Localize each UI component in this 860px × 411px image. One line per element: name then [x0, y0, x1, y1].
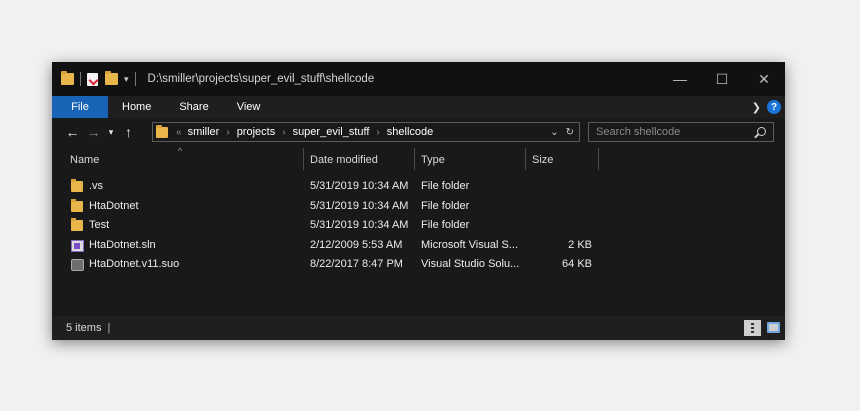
breadcrumb-item[interactable]: super_evil_stuff — [293, 126, 370, 138]
file-explorer-window: ▾ D:\smiller\projects\super_evil_stuff\s… — [52, 62, 785, 340]
item-count: 5 items — [66, 322, 102, 334]
properties-icon[interactable] — [87, 72, 98, 86]
tab-home[interactable]: Home — [108, 96, 165, 118]
overflow-icon[interactable]: « — [176, 127, 182, 138]
breadcrumb-item[interactable]: shellcode — [387, 126, 433, 138]
address-controls: ⌄ ↻ — [550, 127, 579, 138]
status-bar: 5 items | — [52, 316, 785, 340]
folder-icon — [71, 179, 83, 192]
file-name: HtaDotnet — [89, 199, 139, 212]
file-type: File folder — [421, 180, 470, 192]
back-arrow-icon[interactable]: ← — [62, 124, 83, 140]
up-arrow-icon[interactable]: ↑ — [118, 124, 139, 140]
quick-access-toolbar: ▾ — [52, 71, 142, 86]
folder-icon — [71, 218, 83, 231]
navigation-bar: ← → ▾ ↑ « smiller › projects › super_evi… — [52, 118, 785, 146]
status-divider: | — [107, 322, 111, 334]
large-icons-view-button[interactable] — [767, 322, 780, 333]
file-name: Test — [89, 219, 110, 231]
refresh-icon[interactable]: ↻ — [566, 127, 574, 138]
suo-file-icon — [71, 259, 84, 271]
minimize-button[interactable]: — — [659, 62, 701, 96]
column-date-modified[interactable]: Date modified — [304, 150, 414, 170]
forward-arrow-icon[interactable]: → — [83, 124, 104, 140]
help-icon[interactable]: ? — [767, 100, 781, 114]
breadcrumb: « smiller › projects › super_evil_stuff … — [176, 126, 433, 138]
file-size: 64 KB — [562, 258, 592, 270]
list-item[interactable]: HtaDotnet 5/31/2019 10:34 AM File folder — [52, 197, 785, 217]
file-type: File folder — [421, 219, 470, 231]
recent-locations-icon[interactable]: ▾ — [104, 127, 118, 138]
toolbar-divider — [80, 72, 81, 86]
file-date: 2/12/2009 5:53 AM — [310, 238, 403, 251]
chevron-right-icon[interactable]: › — [376, 127, 379, 138]
file-date: 5/31/2019 10:34 AM — [310, 180, 409, 192]
breadcrumb-item[interactable]: smiller — [188, 126, 220, 138]
list-item[interactable]: HtaDotnet.v11.suo 8/22/2017 8:47 PM Visu… — [52, 255, 785, 275]
close-button[interactable]: ✕ — [743, 62, 785, 96]
maximize-button[interactable]: ☐ — [701, 62, 743, 96]
file-list: .vs 5/31/2019 10:34 AM File folder HtaDo… — [52, 177, 785, 275]
expand-ribbon-icon[interactable]: ❯ — [752, 101, 761, 114]
list-item[interactable]: .vs 5/31/2019 10:34 AM File folder — [52, 177, 785, 197]
list-item[interactable]: HtaDotnet.sln 2/12/2009 5:53 AM Microsof… — [52, 236, 785, 256]
toolbar-divider — [134, 72, 136, 86]
address-bar[interactable]: « smiller › projects › super_evil_stuff … — [152, 122, 580, 142]
window-controls: — ☐ ✕ — [659, 62, 785, 96]
breadcrumb-item[interactable]: projects — [237, 126, 276, 138]
column-divider[interactable] — [598, 148, 599, 170]
sln-file-icon — [71, 239, 84, 252]
tab-view[interactable]: View — [223, 96, 275, 118]
title-bar: ▾ D:\smiller\projects\super_evil_stuff\s… — [52, 62, 785, 96]
folder-icon[interactable] — [61, 71, 74, 85]
column-headers: ^ Name Date modified Type Size — [52, 146, 785, 170]
file-name: HtaDotnet.sln — [89, 238, 156, 251]
column-size[interactable]: Size — [526, 150, 598, 170]
search-placeholder: Search shellcode — [596, 126, 681, 138]
chevron-right-icon[interactable]: › — [226, 127, 229, 138]
file-name: .vs — [89, 180, 104, 192]
file-date: 8/22/2017 8:47 PM — [310, 258, 403, 270]
ribbon-right: ❯ ? — [752, 96, 785, 118]
details-view-button[interactable] — [744, 320, 761, 336]
ribbon-tabs: File Home Share View ❯ ? — [52, 96, 785, 118]
file-date: 5/31/2019 10:34 AM — [310, 199, 409, 212]
file-size: 2 KB — [568, 238, 592, 251]
customize-toolbar-icon[interactable]: ▾ — [124, 74, 129, 85]
column-name[interactable]: Name — [64, 150, 302, 170]
folder-icon — [156, 124, 168, 138]
chevron-right-icon[interactable]: › — [282, 127, 285, 138]
new-folder-icon[interactable] — [105, 71, 118, 85]
file-type: Microsoft Visual S... — [421, 238, 518, 251]
tab-file[interactable]: File — [52, 96, 108, 118]
search-icon[interactable] — [757, 127, 766, 136]
list-item[interactable]: Test 5/31/2019 10:34 AM File folder — [52, 216, 785, 236]
file-type: File folder — [421, 199, 470, 212]
window-title: D:\smiller\projects\super_evil_stuff\she… — [147, 73, 375, 85]
chevron-down-icon[interactable]: ⌄ — [550, 127, 558, 138]
file-type: Visual Studio Solu... — [421, 258, 520, 270]
file-name: HtaDotnet.v11.suo — [89, 258, 180, 270]
tab-share[interactable]: Share — [165, 96, 222, 118]
search-input[interactable]: Search shellcode — [588, 122, 774, 142]
column-type[interactable]: Type — [415, 150, 525, 170]
folder-icon — [71, 198, 83, 212]
file-date: 5/31/2019 10:34 AM — [310, 219, 409, 231]
